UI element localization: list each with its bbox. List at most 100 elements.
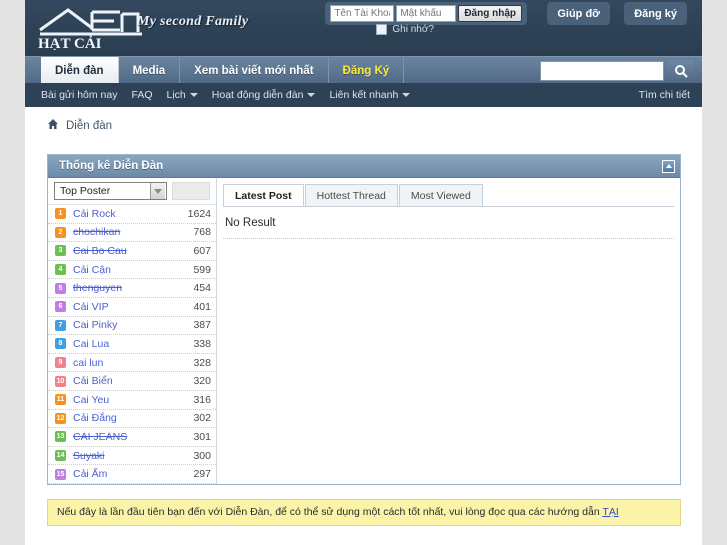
- top-poster-name[interactable]: CAI JEANS: [73, 431, 193, 443]
- remember-me-checkbox[interactable]: [376, 24, 388, 35]
- subnav-faq[interactable]: FAQ: [131, 89, 152, 101]
- top-poster-name[interactable]: Cải Đắng: [73, 412, 193, 424]
- site-header: HẠT CẢI My second Family Đăng nhập Ghi n…: [25, 0, 702, 56]
- top-poster-row: 7 Cai Pinky 387: [48, 317, 216, 336]
- chevron-down-icon[interactable]: [150, 183, 165, 199]
- rank-badge: 2: [55, 226, 66, 238]
- subnav-label: Bài gửi hôm nay: [41, 89, 118, 101]
- top-poster-count: 338: [193, 337, 211, 350]
- search-icon[interactable]: [667, 60, 694, 82]
- stats-tabstrip: Latest Post Hottest Thread Most Viewed: [223, 184, 674, 207]
- nav-tab-media[interactable]: Media: [119, 57, 181, 84]
- selector-spacer: [172, 182, 210, 200]
- remember-me-label: Ghi nhớ?: [392, 24, 434, 35]
- top-poster-name[interactable]: Cai Lua: [73, 338, 193, 350]
- top-poster-name[interactable]: Cải Cận: [73, 264, 193, 276]
- site-logo[interactable]: HẠT CẢI: [34, 4, 149, 50]
- site-tagline: My second Family: [137, 14, 249, 29]
- top-poster-name[interactable]: Cai Pinky: [73, 319, 193, 331]
- rank-badge: 8: [55, 338, 66, 350]
- rank-badge: 15: [55, 468, 66, 480]
- top-poster-count: 297: [193, 468, 211, 481]
- top-poster-row: 6 Cải VIP 401: [48, 298, 216, 317]
- top-poster-name[interactable]: Cải VIP: [73, 301, 193, 313]
- top-poster-count: 768: [193, 226, 211, 239]
- panel-body: Top Poster 1 Cải Rock 1624 2 chochikan 768 3 Ca…: [48, 178, 680, 484]
- top-poster-row: 5 thenguyen 454: [48, 279, 216, 298]
- subnav-quick-links[interactable]: Liên kết nhanh: [329, 89, 411, 101]
- rank-badge: 5: [55, 282, 66, 294]
- subnav-label: Hoạt động diễn đàn: [211, 89, 304, 101]
- rank-badge: 12: [55, 412, 66, 424]
- chevron-down-icon: [307, 93, 316, 97]
- top-poster-row: 11 Cai Yeu 316: [48, 391, 216, 410]
- chevron-down-icon: [189, 93, 198, 97]
- subnav-today-posts[interactable]: Bài gửi hôm nay: [41, 89, 117, 101]
- top-poster-row: 4 Cải Cận 599: [48, 261, 216, 280]
- stats-type-select[interactable]: Top Poster: [54, 182, 167, 200]
- subnav-calendar[interactable]: Lịch: [167, 89, 198, 101]
- nav-tab-register[interactable]: Đăng Ký: [329, 57, 405, 84]
- top-poster-count: 316: [193, 393, 211, 406]
- main-navbar: Diễn đàn Media Xem bài viết mới nhất Đăn…: [25, 56, 702, 84]
- top-poster-count: 599: [193, 263, 211, 276]
- top-poster-row: 14 Suyaki 300: [48, 447, 216, 466]
- tab-hottest-thread[interactable]: Hottest Thread: [304, 184, 398, 206]
- tab-most-viewed[interactable]: Most Viewed: [398, 184, 483, 206]
- top-poster-count: 454: [193, 282, 211, 295]
- top-poster-row: 9 cai lun 328: [48, 354, 216, 373]
- top-poster-name[interactable]: Cải Rock: [73, 208, 188, 220]
- notice-text: Nếu đây là lần đầu tiên bạn đến với Diễn…: [57, 505, 603, 518]
- rank-badge: 4: [55, 264, 66, 276]
- top-poster-name[interactable]: Cai Bo Cau: [73, 245, 193, 257]
- top-poster-name[interactable]: cai lun: [73, 357, 193, 369]
- rank-badge: 9: [55, 357, 66, 369]
- advanced-search-link[interactable]: Tìm chi tiết: [639, 89, 690, 101]
- top-poster-row: 1 Cải Rock 1624: [48, 205, 216, 224]
- top-poster-name[interactable]: Cải Biển: [73, 375, 193, 387]
- nav-tab-newposts[interactable]: Xem bài viết mới nhất: [180, 57, 329, 84]
- login-form: Đăng nhập: [325, 2, 527, 25]
- rank-badge: 7: [55, 319, 66, 331]
- top-poster-column: Top Poster 1 Cải Rock 1624 2 chochikan 768 3 Ca…: [48, 178, 217, 484]
- top-poster-count: 320: [193, 375, 211, 388]
- top-poster-row: 8 Cai Lua 338: [48, 335, 216, 354]
- search-area: [540, 60, 694, 82]
- subnav-label: Lịch: [166, 89, 186, 101]
- register-button[interactable]: Đăng ký: [624, 2, 687, 25]
- chevron-down-icon: [402, 93, 411, 97]
- top-poster-row: 2 chochikan 768: [48, 224, 216, 243]
- username-input[interactable]: [330, 5, 395, 22]
- top-poster-name[interactable]: thenguyen: [73, 282, 193, 294]
- rank-badge: 3: [55, 245, 66, 257]
- top-poster-name[interactable]: Cai Yeu: [73, 394, 193, 406]
- top-poster-row: 13 CAI JEANS 301: [48, 428, 216, 447]
- top-poster-name[interactable]: chochikan: [73, 226, 193, 238]
- breadcrumb-label[interactable]: Diễn đàn: [66, 120, 112, 132]
- top-poster-count: 1624: [187, 207, 211, 220]
- search-input[interactable]: [540, 61, 664, 81]
- rank-badge: 10: [55, 375, 66, 387]
- top-poster-name[interactable]: Suyaki: [73, 450, 193, 462]
- subnav-forum-actions[interactable]: Hoạt động diễn đàn: [212, 89, 316, 101]
- notice-link[interactable]: TẠI: [602, 506, 618, 518]
- home-icon[interactable]: [47, 117, 59, 135]
- login-button[interactable]: Đăng nhập: [458, 5, 522, 22]
- chevron-up-icon[interactable]: [662, 159, 675, 173]
- top-poster-name[interactable]: Cải Ấm: [73, 468, 193, 480]
- site-frame: HẠT CẢI My second Family Đăng nhập Ghi n…: [25, 0, 702, 545]
- top-poster-list: 1 Cải Rock 1624 2 chochikan 768 3 Cai Bo Cau 607…: [48, 205, 216, 484]
- help-button[interactable]: Giúp đỡ: [547, 2, 610, 25]
- nav-tab-forum[interactable]: Diễn đàn: [41, 57, 119, 84]
- sub-navbar: Bài gửi hôm nay FAQ Lịch Hoạt động diễn …: [25, 83, 702, 107]
- rank-badge: 1: [55, 208, 66, 220]
- top-poster-count: 607: [193, 244, 211, 257]
- first-visit-notice: Nếu đây là lần đầu tiên bạn đến với Diễn…: [47, 498, 681, 526]
- password-input[interactable]: [396, 5, 457, 22]
- top-poster-row: 15 Cải Ấm 297: [48, 465, 216, 484]
- breadcrumb: Diễn đàn: [25, 107, 702, 145]
- tab-latest-post[interactable]: Latest Post: [223, 184, 304, 206]
- svg-text:HẠT CẢI: HẠT CẢI: [38, 35, 102, 50]
- top-poster-count: 300: [193, 449, 211, 462]
- remember-me-row[interactable]: Ghi nhớ?: [376, 24, 434, 35]
